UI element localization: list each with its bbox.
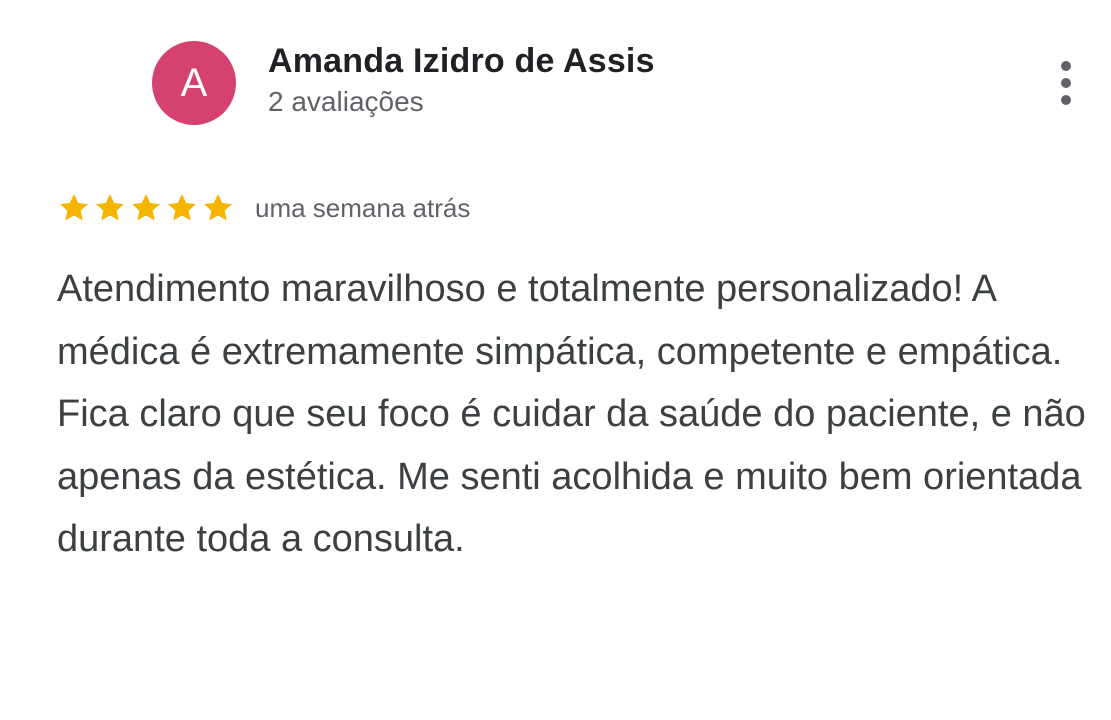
- review-text: Atendimento maravilhoso e totalmente per…: [57, 268, 1086, 560]
- more-vert-icon: [1061, 61, 1071, 105]
- more-options-button[interactable]: [1046, 56, 1086, 112]
- star-icon: [60, 194, 88, 221]
- avatar[interactable]: A: [152, 41, 236, 125]
- star-icon: [132, 194, 160, 221]
- star-icon: [204, 194, 232, 221]
- review-card: A Amanda Izidro de Assis 2 avaliações um…: [0, 0, 1111, 720]
- rating-row: uma semana atrás: [57, 188, 470, 228]
- star-icon: [168, 194, 196, 221]
- star-rating: [57, 191, 235, 225]
- reviewer-name[interactable]: Amanda Izidro de Assis: [268, 42, 655, 81]
- reviewer-review-count[interactable]: 2 avaliações: [268, 86, 424, 118]
- review-date: uma semana atrás: [255, 192, 471, 223]
- star-icon: [96, 194, 124, 221]
